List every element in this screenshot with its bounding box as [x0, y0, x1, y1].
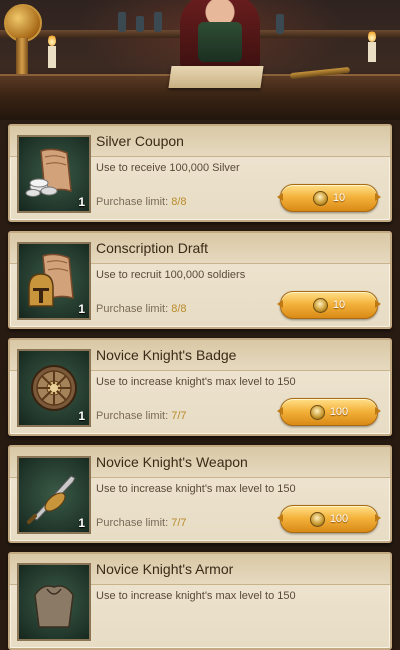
price-label: 10 [332, 299, 346, 311]
purchase-limit-label: Purchase limit: [96, 410, 169, 422]
item-title: Novice Knight's Badge [96, 347, 237, 363]
bottle-icon [118, 12, 126, 32]
knight-armor-icon [34, 585, 74, 628]
price-label: 100 [329, 406, 349, 418]
purchase-limit-label: Purchase limit: [96, 303, 169, 315]
purchase-limit: Purchase limit: 7/7 [96, 517, 187, 529]
purchase-limit-value: 7/7 [171, 517, 187, 529]
shop-item-card: 1 Silver Coupon Use to receive 100,000 S… [8, 124, 392, 222]
buy-button[interactable]: 10 [280, 291, 378, 319]
character-vest [198, 22, 242, 62]
purchase-limit-value: 8/8 [171, 196, 187, 208]
bottle-icon [136, 16, 144, 32]
purchase-limit-value: 8/8 [171, 303, 187, 315]
coin-icon [312, 297, 328, 313]
purchase-limit: Purchase limit: 8/8 [96, 196, 187, 208]
item-description: Use to increase knight's max level to 15… [96, 483, 296, 495]
item-description: Use to receive 100,000 Silver [96, 162, 240, 174]
shop-item-card: 1 Novice Knight's Badge Use to increase … [8, 338, 392, 436]
item-icon-frame[interactable]: 1 [17, 135, 91, 213]
item-icon-frame[interactable] [17, 563, 91, 641]
purchase-limit: Purchase limit: 7/7 [96, 410, 187, 422]
shop-item-card: 1 Novice Knight's Weapon Use to increase… [8, 445, 392, 543]
item-icon-frame[interactable]: 1 [17, 242, 91, 320]
candle-icon [48, 46, 56, 68]
item-quantity: 1 [78, 516, 85, 530]
purchase-limit-label: Purchase limit: [96, 196, 169, 208]
purchase-limit: Purchase limit: 8/8 [96, 303, 187, 315]
candle-icon [368, 42, 376, 62]
coin-icon [309, 511, 325, 527]
item-title: Novice Knight's Armor [96, 561, 234, 577]
coin-icon [309, 404, 325, 420]
item-description: Use to recruit 100,000 soldiers [96, 269, 246, 281]
item-title: Silver Coupon [96, 133, 184, 149]
candle-flame-icon [48, 34, 56, 46]
coin-icon [312, 190, 328, 206]
buy-button[interactable]: 100 [280, 398, 378, 426]
paper-scroll [168, 66, 264, 88]
item-quantity: 1 [78, 302, 85, 316]
bottle-icon [276, 14, 284, 34]
item-icon-frame[interactable]: 1 [17, 349, 91, 427]
item-quantity: 1 [78, 195, 85, 209]
shop-item-card: 1 Conscription Draft Use to recruit 100,… [8, 231, 392, 329]
item-title: Conscription Draft [96, 240, 209, 256]
price-label: 10 [332, 192, 346, 204]
header-scene [0, 0, 400, 122]
globe-icon [4, 4, 42, 42]
candle-flame-icon [368, 30, 376, 42]
purchase-limit-label: Purchase limit: [96, 517, 169, 529]
shop-list[interactable]: 1 Silver Coupon Use to receive 100,000 S… [0, 120, 400, 650]
item-title: Novice Knight's Weapon [96, 454, 248, 470]
price-label: 100 [329, 513, 349, 525]
item-quantity: 1 [78, 409, 85, 423]
item-description: Use to increase knight's max level to 15… [96, 376, 296, 388]
buy-button[interactable]: 10 [280, 184, 378, 212]
bottle-icon [154, 12, 162, 32]
buy-button[interactable]: 100 [280, 505, 378, 533]
item-description: Use to increase knight's max level to 15… [96, 590, 296, 602]
item-icon-frame[interactable]: 1 [17, 456, 91, 534]
shop-item-card: Novice Knight's Armor Use to increase kn… [8, 552, 392, 650]
purchase-limit-value: 7/7 [171, 410, 187, 422]
globe-stand [16, 38, 28, 74]
